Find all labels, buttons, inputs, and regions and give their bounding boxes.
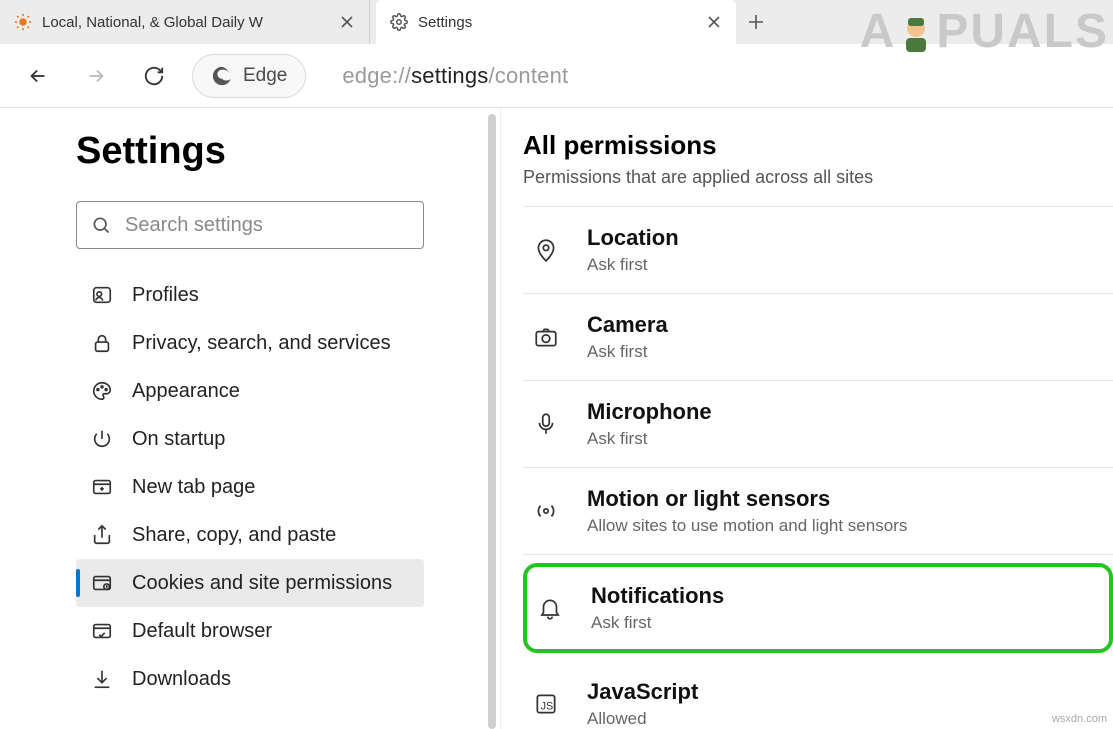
permission-javascript[interactable]: JS JavaScript Allowed [523, 661, 1113, 729]
default-browser-icon [90, 620, 114, 642]
nav-label: Privacy, search, and services [132, 332, 391, 355]
perm-sub: Ask first [591, 613, 724, 633]
microphone-icon [531, 409, 561, 439]
toolbar: Edge edge://settings/content [0, 44, 1113, 108]
perm-sub: Ask first [587, 255, 679, 275]
share-icon [90, 524, 114, 546]
highlight-annotation: Notifications Ask first [523, 563, 1113, 653]
profile-icon [90, 284, 114, 306]
search-icon [91, 215, 111, 235]
settings-nav: Profiles Privacy, search, and services A… [76, 271, 424, 703]
tab-strip: Local, National, & Global Daily W Settin… [0, 0, 1113, 44]
url-prefix: edge:// [342, 63, 411, 89]
nav-label: New tab page [132, 476, 255, 499]
sensor-icon [531, 496, 561, 526]
attribution-text: wsxdn.com [1052, 713, 1107, 725]
section-subtitle: Permissions that are applied across all … [523, 167, 1113, 188]
search-input[interactable] [125, 214, 409, 237]
edge-icon [211, 65, 233, 87]
sun-icon [14, 13, 32, 31]
location-icon [531, 235, 561, 265]
sidebar-item-default-browser[interactable]: Default browser [76, 607, 424, 655]
tab-label: Settings [418, 14, 696, 31]
refresh-button[interactable] [134, 56, 174, 96]
download-icon [90, 668, 114, 690]
sidebar-item-profiles[interactable]: Profiles [76, 271, 424, 319]
close-icon[interactable] [706, 16, 722, 28]
perm-sub: Allow sites to use motion and light sens… [587, 516, 907, 536]
settings-sidebar: Settings Profiles Privacy, search, and s… [0, 108, 500, 729]
bell-icon [535, 593, 565, 623]
camera-icon [531, 322, 561, 352]
nav-label: Default browser [132, 620, 272, 643]
sidebar-item-cookies[interactable]: Cookies and site permissions [76, 559, 424, 607]
search-settings[interactable] [76, 201, 424, 249]
tab-settings[interactable]: Settings [376, 0, 736, 44]
permission-microphone[interactable]: Microphone Ask first [523, 381, 1113, 468]
tab-label: Local, National, & Global Daily W [42, 14, 329, 31]
site-label: Edge [243, 65, 287, 87]
nav-label: On startup [132, 428, 225, 451]
nav-label: Cookies and site permissions [132, 572, 392, 595]
perm-title: Motion or light sensors [587, 486, 907, 512]
perm-title: Camera [587, 312, 668, 338]
sidebar-scrollbar[interactable] [488, 114, 500, 729]
page-title: Settings [76, 130, 424, 173]
permission-motion-sensors[interactable]: Motion or light sensors Allow sites to u… [523, 468, 1113, 555]
permissions-panel: All permissions Permissions that are app… [500, 108, 1113, 729]
url-host: settings [411, 63, 488, 89]
perm-title: JavaScript [587, 679, 698, 705]
nav-label: Appearance [132, 380, 240, 403]
back-button[interactable] [18, 56, 58, 96]
sidebar-item-appearance[interactable]: Appearance [76, 367, 424, 415]
perm-sub: Allowed [587, 709, 698, 729]
tab-weather[interactable]: Local, National, & Global Daily W [0, 0, 370, 44]
sidebar-item-downloads[interactable]: Downloads [76, 655, 424, 703]
close-icon[interactable] [339, 16, 355, 28]
permissions-icon [90, 572, 114, 594]
sidebar-item-startup[interactable]: On startup [76, 415, 424, 463]
url-path: /content [488, 63, 568, 89]
palette-icon [90, 380, 114, 402]
perm-sub: Ask first [587, 342, 668, 362]
perm-title: Location [587, 225, 679, 251]
sidebar-item-privacy[interactable]: Privacy, search, and services [76, 319, 424, 367]
permission-notifications[interactable]: Notifications Ask first [533, 569, 1103, 647]
perm-sub: Ask first [587, 429, 712, 449]
perm-title: Microphone [587, 399, 712, 425]
javascript-icon: JS [531, 689, 561, 719]
newtab-icon [90, 476, 114, 498]
perm-title: Notifications [591, 583, 724, 609]
lock-icon [90, 332, 114, 354]
forward-button[interactable] [76, 56, 116, 96]
permission-location[interactable]: Location Ask first [523, 207, 1113, 294]
permission-camera[interactable]: Camera Ask first [523, 294, 1113, 381]
nav-label: Profiles [132, 284, 199, 307]
new-tab-button[interactable] [736, 0, 776, 44]
power-icon [90, 428, 114, 450]
section-title: All permissions [523, 130, 1113, 161]
sidebar-item-share[interactable]: Share, copy, and paste [76, 511, 424, 559]
sidebar-item-newtab[interactable]: New tab page [76, 463, 424, 511]
site-identity[interactable]: Edge [192, 54, 306, 98]
address-bar[interactable]: edge://settings/content [324, 54, 1095, 98]
nav-label: Share, copy, and paste [132, 524, 336, 547]
gear-icon [390, 13, 408, 31]
svg-text:JS: JS [541, 700, 554, 712]
nav-label: Downloads [132, 668, 231, 691]
